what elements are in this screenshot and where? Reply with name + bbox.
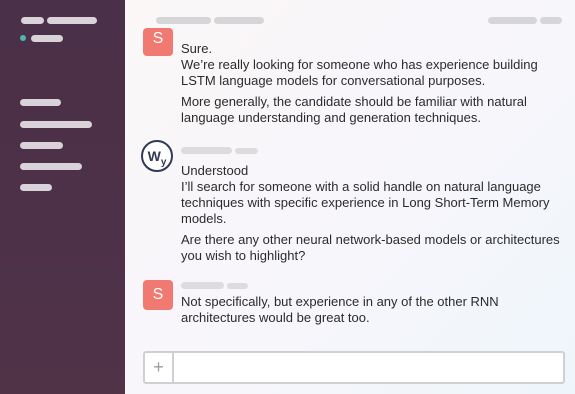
header-action-placeholder-2[interactable] bbox=[540, 17, 562, 24]
message-body: Understood I’ll search for someone with … bbox=[181, 163, 566, 264]
message-paragraph: Not specifically, but experience in any … bbox=[181, 294, 499, 325]
message-paragraph: We’re really looking for someone who has… bbox=[181, 57, 538, 88]
message-body: Not specifically, but experience in any … bbox=[181, 294, 566, 326]
message-paragraph: More generally, the candidate should be … bbox=[181, 94, 527, 125]
sidebar-item-5[interactable] bbox=[20, 184, 52, 191]
timestamp-placeholder bbox=[227, 283, 248, 289]
avatar-initial: W bbox=[147, 148, 161, 164]
message-paragraph: Are there any other neural network-based… bbox=[181, 232, 560, 263]
sidebar-item-1[interactable] bbox=[20, 99, 61, 106]
message-input[interactable] bbox=[176, 353, 561, 382]
message-paragraph: Sure. bbox=[181, 41, 213, 56]
user-avatar[interactable]: S bbox=[143, 280, 173, 310]
sender-name-placeholder[interactable] bbox=[181, 282, 224, 289]
status-dot bbox=[20, 35, 26, 41]
workspace-name-placeholder[interactable] bbox=[21, 17, 44, 24]
message-body: Sure. We’re really looking for someone w… bbox=[181, 41, 566, 126]
header-action-placeholder[interactable] bbox=[488, 17, 537, 24]
sender-name-placeholder[interactable] bbox=[181, 147, 232, 154]
sidebar bbox=[0, 0, 125, 394]
message-paragraph: I’ll search for someone with a solid han… bbox=[181, 179, 550, 226]
avatar-initial: S bbox=[152, 286, 164, 303]
user-name-placeholder bbox=[31, 35, 63, 42]
channel-title-placeholder bbox=[156, 17, 211, 24]
avatar-initial: S bbox=[152, 30, 164, 47]
bot-avatar[interactable]: Wy bbox=[141, 140, 173, 172]
sidebar-item-4[interactable] bbox=[20, 163, 82, 170]
avatar-subscript: y bbox=[160, 156, 167, 168]
timestamp-placeholder bbox=[235, 148, 258, 154]
sidebar-item-2[interactable] bbox=[20, 121, 92, 128]
chat-pane: S Sure. We’re really looking for someone… bbox=[125, 0, 575, 394]
plus-icon[interactable]: + bbox=[145, 353, 174, 382]
message-paragraph: Understood bbox=[181, 163, 249, 178]
channel-topic-placeholder bbox=[214, 17, 264, 24]
workspace-name-placeholder-2[interactable] bbox=[47, 17, 97, 24]
sidebar-item-3[interactable] bbox=[20, 142, 63, 149]
message-composer: + bbox=[143, 351, 565, 384]
user-avatar[interactable]: S bbox=[143, 28, 173, 56]
